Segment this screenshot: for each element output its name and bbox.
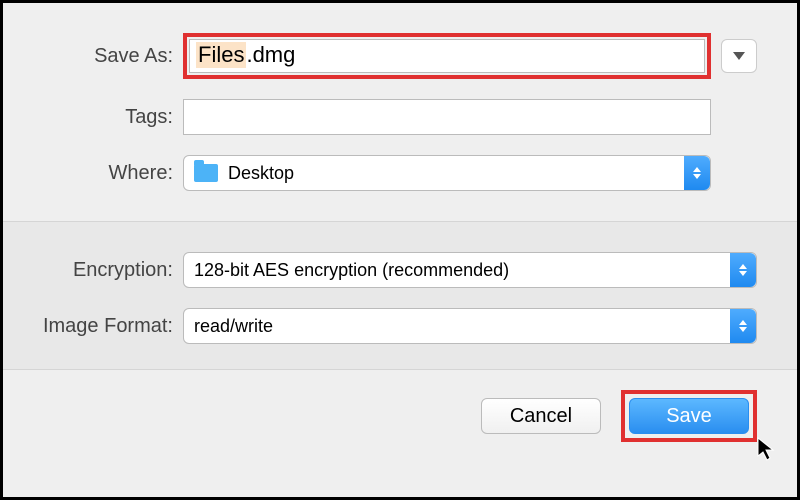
cancel-button[interactable]: Cancel <box>481 398 601 434</box>
tags-row: Tags: <box>43 99 757 135</box>
save-as-label: Save As: <box>43 45 183 68</box>
filename-ext: .dmg <box>246 42 295 67</box>
save-dialog: Save As: Files.dmg Tags: Where: <box>0 0 800 500</box>
encryption-value: 128-bit AES encryption (recommended) <box>194 260 509 281</box>
filename-base: Files <box>196 42 246 68</box>
where-value: Desktop <box>228 163 294 184</box>
image-format-label: Image Format: <box>23 315 183 338</box>
tags-input[interactable] <box>183 99 711 135</box>
dialog-footer: Cancel Save <box>3 369 797 462</box>
chevron-down-icon <box>733 52 745 60</box>
save-label: Save <box>666 405 712 428</box>
image-format-row: Image Format: read/write <box>23 308 757 344</box>
where-label: Where: <box>43 162 183 185</box>
where-select[interactable]: Desktop <box>183 155 711 191</box>
image-format-value: read/write <box>194 316 273 337</box>
tags-label: Tags: <box>43 106 183 129</box>
cancel-label: Cancel <box>510 405 572 428</box>
filename-input[interactable]: Files.dmg <box>189 39 705 73</box>
save-highlight: Save <box>621 390 757 442</box>
basic-section: Save As: Files.dmg Tags: Where: <box>3 3 797 221</box>
options-section: Encryption: 128-bit AES encryption (reco… <box>3 221 797 369</box>
where-row: Where: Desktop <box>43 155 757 191</box>
filename-highlight: Files.dmg <box>183 33 711 79</box>
save-as-row: Save As: Files.dmg <box>43 33 757 79</box>
encryption-label: Encryption: <box>23 259 183 282</box>
image-format-select[interactable]: read/write <box>183 308 757 344</box>
encryption-select[interactable]: 128-bit AES encryption (recommended) <box>183 252 757 288</box>
expand-button[interactable] <box>721 39 757 73</box>
updown-icon <box>730 253 756 287</box>
folder-icon <box>194 164 218 182</box>
updown-icon <box>730 309 756 343</box>
save-button[interactable]: Save <box>629 398 749 434</box>
encryption-row: Encryption: 128-bit AES encryption (reco… <box>23 252 757 288</box>
updown-icon <box>684 156 710 190</box>
